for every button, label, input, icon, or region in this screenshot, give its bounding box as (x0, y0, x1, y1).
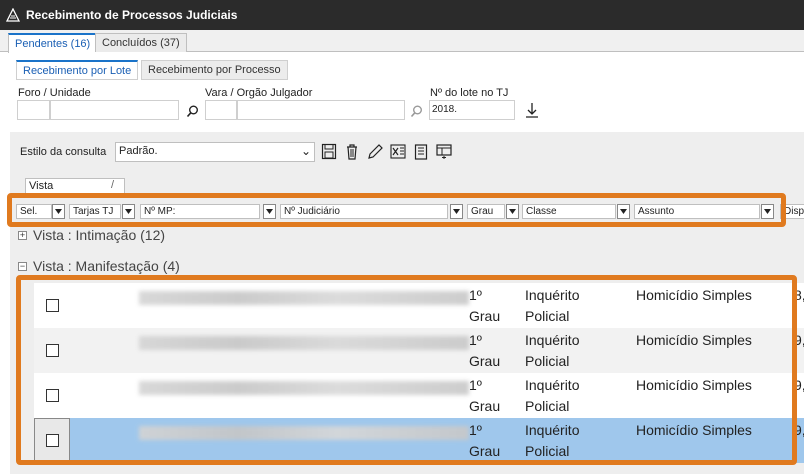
foro-label: Foro / Unidade (18, 87, 91, 99)
export-excel-icon[interactable] (390, 143, 406, 160)
foro-name-input[interactable] (50, 100, 179, 120)
tab-concluidos[interactable]: Concluídos (37) (95, 33, 187, 52)
query-style-select[interactable]: Padrão. ⌄ (115, 142, 315, 162)
query-style-value: Padrão. (119, 145, 158, 157)
vara-search-icon[interactable] (408, 103, 424, 119)
group-label: Vista : Manifestação (4) (33, 258, 180, 274)
app-logo-icon (6, 8, 20, 22)
sort-indicator: / (110, 179, 114, 191)
edit-pencil-icon[interactable] (367, 143, 383, 160)
chevron-down-icon: ⌄ (300, 144, 311, 158)
vara-code-input[interactable] (205, 100, 237, 120)
subtab-recebimento-lote[interactable]: Recebimento por Lote (16, 60, 139, 80)
main-tabs: Pendentes (16) Concluídos (37) (0, 30, 804, 53)
filter-panel: Recebimento por Lote Recebimento por Pro… (10, 52, 804, 130)
query-style-label: Estilo da consulta (20, 146, 107, 158)
foro-code-input[interactable] (17, 100, 50, 120)
download-icon[interactable] (524, 102, 540, 118)
group-by-label: Vista (29, 180, 54, 192)
group-row-intimacao[interactable]: + Vista : Intimação (12) (18, 227, 165, 243)
subtab-recebimento-processo[interactable]: Recebimento por Processo (141, 60, 288, 80)
document-icon[interactable] (413, 143, 429, 160)
vara-label: Vara / Orgão Julgador (205, 87, 313, 99)
highlight-box-rows (16, 275, 797, 465)
highlight-box-columns (7, 193, 786, 227)
delete-icon[interactable] (344, 143, 360, 160)
group-row-manifestacao[interactable]: − Vista : Manifestação (4) (18, 258, 180, 274)
lote-input[interactable]: 2018. (429, 100, 515, 120)
window-title: Recebimento de Processos Judiciais (26, 8, 238, 22)
group-label: Vista : Intimação (12) (33, 227, 166, 243)
group-by-chip[interactable]: Vista / (25, 178, 125, 194)
foro-search-icon[interactable] (184, 103, 200, 119)
layout-icon[interactable] (436, 143, 452, 160)
tab-pendentes[interactable]: Pendentes (16) (8, 33, 98, 53)
collapse-icon[interactable]: − (18, 261, 27, 271)
expand-icon[interactable]: + (18, 230, 27, 240)
title-bar: Recebimento de Processos Judiciais (0, 0, 804, 30)
vara-name-input[interactable] (237, 100, 405, 120)
save-icon[interactable] (321, 143, 337, 160)
lote-label: Nº do lote no TJ (430, 87, 509, 99)
